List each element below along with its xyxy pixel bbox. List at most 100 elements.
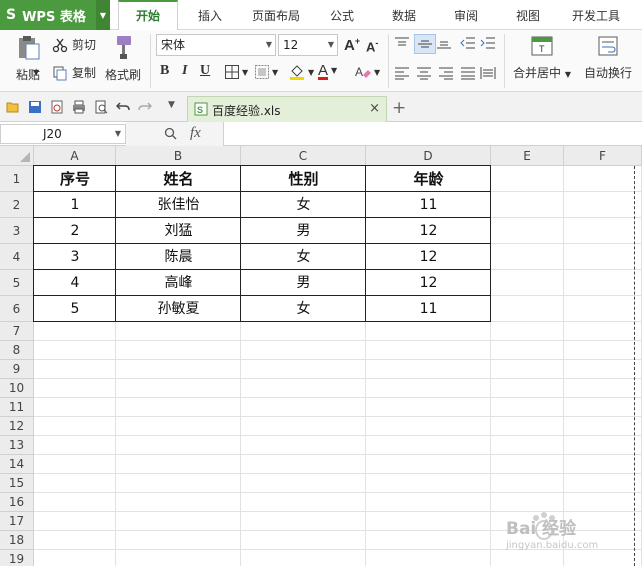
justify-button[interactable]: [460, 66, 476, 80]
distributed-button[interactable]: [480, 66, 496, 80]
row-header-1[interactable]: 1: [0, 166, 34, 192]
tab-insert[interactable]: 插入: [186, 0, 234, 30]
column-header-c[interactable]: C: [241, 146, 366, 166]
table-cell[interactable]: 5: [34, 296, 116, 322]
table-cell[interactable]: 2: [34, 218, 116, 244]
wps-app-menu-button[interactable]: S WPS 表格 ▼: [0, 0, 110, 30]
cut-button[interactable]: 剪切: [52, 36, 96, 53]
row-header-5[interactable]: 5: [0, 270, 34, 296]
row-header-4[interactable]: 4: [0, 244, 34, 270]
table-cell[interactable]: 男: [241, 218, 366, 244]
row-header-8[interactable]: 8: [0, 341, 34, 360]
table-cell[interactable]: 12: [366, 244, 491, 270]
print-preview-icon[interactable]: [94, 100, 108, 114]
table-cell[interactable]: 女: [241, 244, 366, 270]
row-header-17[interactable]: 17: [0, 512, 34, 531]
italic-button[interactable]: I: [182, 63, 187, 79]
column-header-e[interactable]: E: [491, 146, 564, 166]
decrease-font-button[interactable]: A-: [366, 38, 378, 54]
undo-icon[interactable]: [116, 100, 130, 114]
row-header-6[interactable]: 6: [0, 296, 34, 322]
table-cell[interactable]: 3: [34, 244, 116, 270]
table-cell[interactable]: 刘猛: [116, 218, 241, 244]
redo-icon[interactable]: [138, 100, 152, 114]
tab-review[interactable]: 审阅: [442, 0, 490, 30]
open-folder-icon[interactable]: [6, 100, 20, 114]
row-header-18[interactable]: 18: [0, 531, 34, 550]
align-left-button[interactable]: [394, 66, 410, 80]
table-cell[interactable]: 4: [34, 270, 116, 296]
clear-format-button[interactable]: A ▼: [354, 63, 380, 81]
align-middle-button[interactable]: [414, 34, 436, 54]
format-painter-button[interactable]: 格式刷: [104, 34, 142, 88]
row-header-15[interactable]: 15: [0, 474, 34, 493]
tab-formulas[interactable]: 公式: [318, 0, 366, 30]
save-icon[interactable]: [28, 100, 42, 114]
spreadsheet-grid[interactable]: ABCDEF 1 2 3 4 5 6 7 8 9 10 11 12 13 14 15 16 17 18 19 序号姓…: [0, 146, 642, 566]
table-cell[interactable]: 张佳怡: [116, 192, 241, 218]
table-cell[interactable]: 男: [241, 270, 366, 296]
paste-button[interactable]: 粘贴: [8, 34, 48, 88]
table-header-cell[interactable]: 性别: [241, 166, 366, 192]
print-icon[interactable]: [72, 100, 86, 114]
document-tab[interactable]: S 百度经验.xls ×: [187, 96, 387, 122]
table-cell[interactable]: 12: [366, 270, 491, 296]
row-header-9[interactable]: 9: [0, 360, 34, 379]
close-icon[interactable]: ×: [369, 101, 380, 116]
align-bottom-button[interactable]: [436, 36, 452, 50]
wrap-text-button[interactable]: 自动换行: [578, 34, 638, 88]
row-header-13[interactable]: 13: [0, 436, 34, 455]
paste-dropdown-icon[interactable]: ▼: [33, 68, 39, 77]
tab-data[interactable]: 数据: [380, 0, 428, 30]
table-header-cell[interactable]: 姓名: [116, 166, 241, 192]
copy-button[interactable]: 复制: [52, 64, 96, 81]
insert-function-button[interactable]: fx: [190, 125, 201, 142]
row-header-10[interactable]: 10: [0, 379, 34, 398]
font-size-select[interactable]: 12 ▼: [278, 34, 338, 56]
table-cell[interactable]: 高峰: [116, 270, 241, 296]
table-cell[interactable]: 女: [241, 192, 366, 218]
align-right-button[interactable]: [438, 66, 454, 80]
table-cell[interactable]: 12: [366, 218, 491, 244]
font-color-button[interactable]: A ▼: [318, 62, 337, 79]
table-cell[interactable]: 1: [34, 192, 116, 218]
table-cell[interactable]: 孙敏夏: [116, 296, 241, 322]
new-tab-plus-icon[interactable]: +: [392, 98, 406, 118]
column-header-f[interactable]: F: [564, 146, 642, 166]
table-cell[interactable]: 11: [366, 192, 491, 218]
tab-view[interactable]: 视图: [504, 0, 552, 30]
row-header-12[interactable]: 12: [0, 417, 34, 436]
decrease-indent-button[interactable]: [460, 36, 476, 50]
font-name-select[interactable]: 宋体 ▼: [156, 34, 276, 56]
increase-font-button[interactable]: A+: [344, 36, 360, 54]
merge-center-button[interactable]: T 合并居中 ▼: [510, 34, 574, 88]
underline-button[interactable]: U: [200, 63, 210, 79]
column-header-b[interactable]: B: [116, 146, 241, 166]
row-header-19[interactable]: 19: [0, 550, 34, 566]
export-pdf-icon[interactable]: [50, 100, 64, 114]
align-top-button[interactable]: [394, 36, 410, 50]
zoom-search-icon[interactable]: [164, 127, 177, 140]
row-header-11[interactable]: 11: [0, 398, 34, 417]
quick-access-dropdown-icon[interactable]: ▼: [168, 100, 175, 110]
row-header-3[interactable]: 3: [0, 218, 34, 244]
tab-home[interactable]: 开始: [118, 0, 178, 30]
increase-indent-button[interactable]: [480, 36, 496, 50]
table-header-cell[interactable]: 序号: [34, 166, 116, 192]
table-cell[interactable]: 陈晨: [116, 244, 241, 270]
align-center-button[interactable]: [416, 66, 432, 80]
name-box[interactable]: J20 ▼: [0, 124, 126, 144]
formula-input[interactable]: [225, 122, 642, 146]
row-header-2[interactable]: 2: [0, 192, 34, 218]
column-header-d[interactable]: D: [366, 146, 491, 166]
table-cell[interactable]: 11: [366, 296, 491, 322]
table-header-cell[interactable]: 年龄: [366, 166, 491, 192]
tab-developer[interactable]: 开发工具: [566, 0, 626, 30]
fill-pattern-button[interactable]: ▼: [254, 64, 278, 80]
row-header-7[interactable]: 7: [0, 322, 34, 341]
select-all-corner[interactable]: [0, 146, 34, 166]
tab-page-layout[interactable]: 页面布局: [244, 0, 308, 30]
borders-button[interactable]: ▼: [224, 64, 248, 80]
row-header-14[interactable]: 14: [0, 455, 34, 474]
bold-button[interactable]: B: [160, 63, 169, 79]
